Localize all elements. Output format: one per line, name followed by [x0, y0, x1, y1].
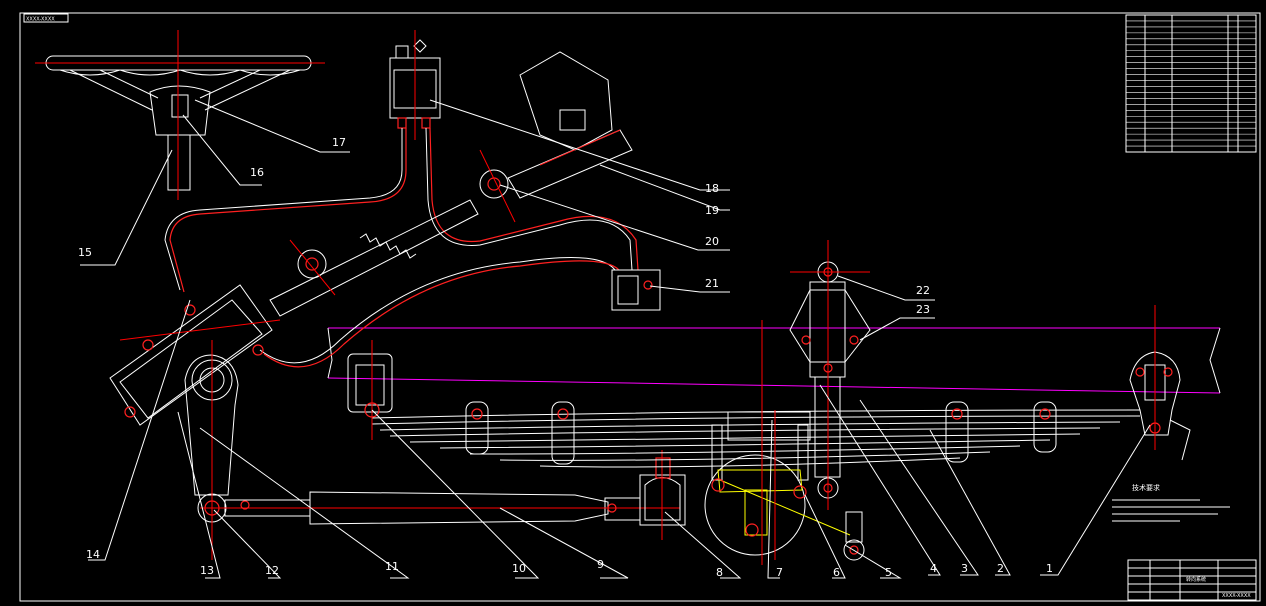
shock-absorber: [789, 240, 871, 510]
frame-rail: [327, 327, 1221, 394]
steering-gear-box: [109, 284, 281, 426]
callout-11: 11: [385, 560, 399, 573]
hydraulic-hoses: [164, 127, 639, 368]
callout-8: 8: [716, 566, 723, 579]
bottom-stamp: XXXX-XXXX: [1222, 593, 1251, 599]
callout-7: 7: [776, 566, 783, 579]
technical-notes: 技术要求: [1112, 483, 1230, 522]
ball-joint: [639, 450, 686, 540]
top-stamp: XXXX-XXXX: [26, 17, 55, 23]
oil-reservoir: [389, 30, 441, 140]
control-valve: [611, 269, 661, 311]
callout-18: 18: [705, 182, 719, 195]
callout-labels: 1 2 3 4 5 6 7 8 9 10 11 12 13 14 15 16 1…: [78, 136, 1053, 579]
steering-system-drawing: XXXX-XXXX 转向系统 XXXX-XXXX 技术要求 1 2 3 4 5 …: [19, 12, 1261, 602]
callout-10: 10: [512, 562, 526, 575]
callout-6: 6: [833, 566, 840, 579]
callout-21: 21: [705, 277, 719, 290]
callout-16: 16: [250, 166, 264, 179]
leaf-spring: [371, 409, 1141, 468]
callout-9: 9: [597, 558, 604, 571]
callout-4: 4: [930, 562, 937, 575]
callout-23: 23: [916, 303, 930, 316]
callout-12: 12: [265, 564, 279, 577]
callout-22: 22: [916, 284, 930, 297]
callout-19: 19: [705, 204, 719, 217]
callout-15: 15: [78, 246, 92, 259]
tie-rod-end: [843, 511, 865, 561]
front-spring-hanger: [347, 340, 393, 440]
callout-2: 2: [997, 562, 1004, 575]
callout-17: 17: [332, 136, 346, 149]
steering-wheel: [35, 30, 325, 200]
title-block: 转向系统 XXXX-XXXX: [1127, 559, 1257, 601]
drag-link: [200, 491, 680, 525]
column-bracket: [507, 51, 633, 199]
callout-14: 14: [86, 548, 100, 561]
callout-1: 1: [1046, 562, 1053, 575]
callout-13: 13: [200, 564, 214, 577]
callout-3: 3: [961, 562, 968, 575]
callout-20: 20: [705, 235, 719, 248]
callout-5: 5: [885, 566, 892, 579]
title-block-text: 转向系统: [1186, 576, 1206, 583]
parts-list-table: [1125, 14, 1257, 153]
tech-notes-title: 技术要求: [1132, 483, 1160, 492]
intermediate-shaft: [269, 149, 516, 317]
